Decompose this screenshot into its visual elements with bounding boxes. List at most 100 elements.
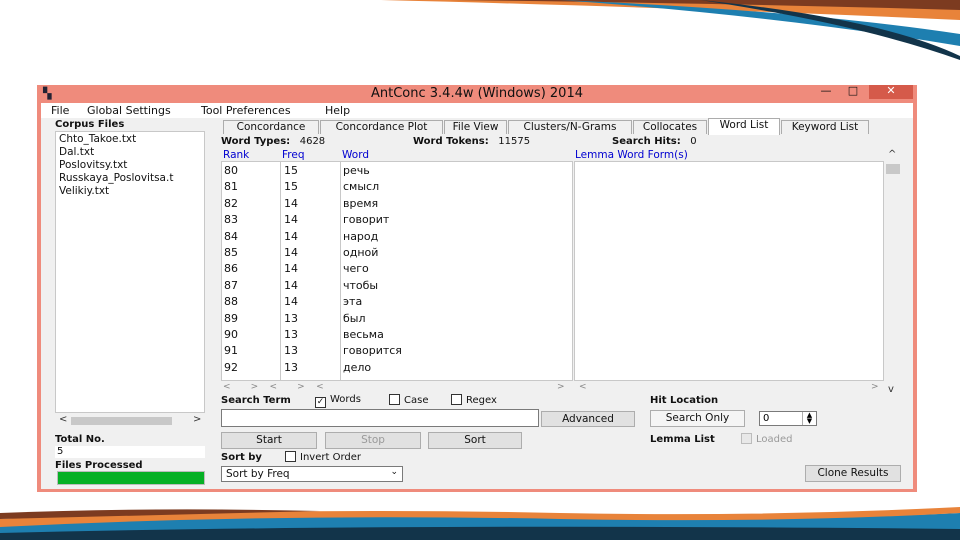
corpus-file-list[interactable]: Chto_Takoe.txt Dal.txt Poslovitsy.txt Ru…: [55, 131, 205, 413]
table-row[interactable]: 92 13 дело: [222, 360, 572, 376]
scroll-right-icon[interactable]: >: [193, 414, 201, 425]
column-header-freq[interactable]: Freq: [282, 149, 305, 161]
menu-global-settings[interactable]: Global Settings: [87, 104, 171, 117]
scroll-thumb[interactable]: [886, 164, 900, 174]
table-row[interactable]: 86 14 чего: [222, 261, 572, 277]
close-button[interactable]: ✕: [869, 85, 913, 99]
column-header-rank[interactable]: Rank: [223, 149, 249, 161]
sort-by-select-value: Sort by Freq: [226, 468, 290, 480]
search-term-input[interactable]: [221, 409, 539, 427]
column-header-word[interactable]: Word: [342, 149, 369, 161]
tab-clusters-ngrams[interactable]: Clusters/N-Grams: [508, 120, 632, 134]
case-checkbox-label: Case: [404, 395, 429, 406]
maximize-button[interactable]: □: [842, 85, 864, 99]
tab-concordance[interactable]: Concordance: [223, 120, 319, 134]
case-checkbox[interactable]: Case: [389, 394, 428, 406]
tab-word-list[interactable]: Word List: [708, 118, 780, 135]
word-cell: время: [343, 196, 379, 210]
word-list-horizontal-scrollbar[interactable]: < > < > <: [223, 382, 573, 394]
search-term-label: Search Term: [221, 395, 291, 406]
freq-cell: 13: [284, 328, 298, 341]
regex-checkbox[interactable]: Regex: [451, 394, 497, 406]
table-row[interactable]: 80 15 речь: [222, 163, 572, 179]
tab-file-view[interactable]: File View: [444, 120, 507, 134]
hit-location-spinner[interactable]: 0 ▲ ▼: [759, 411, 817, 426]
word-tokens-stat: Word Tokens: 11575: [413, 136, 530, 147]
advanced-button[interactable]: Advanced: [541, 411, 635, 427]
word-cell: был: [343, 311, 366, 325]
window-title: AntConc 3.4.4w (Windows) 2014: [370, 86, 583, 101]
progress-fill: [58, 472, 204, 484]
freq-cell: 14: [284, 213, 298, 227]
scroll-thumb[interactable]: [71, 417, 172, 425]
invert-order-checkbox-box[interactable]: [285, 451, 296, 462]
scroll-right-icon[interactable]: >: [557, 382, 571, 394]
scroll-left-icon[interactable]: <: [579, 382, 587, 394]
scroll-left-icon[interactable]: <: [59, 414, 67, 425]
table-row[interactable]: 85 14 одной: [222, 245, 572, 261]
rank-cell: 85: [224, 246, 238, 259]
search-only-button[interactable]: Search Only: [650, 410, 745, 427]
word-cell: одной: [343, 246, 379, 259]
menu-tool-preferences[interactable]: Tool Preferences: [201, 104, 291, 117]
table-row[interactable]: 90 13 весьма: [222, 327, 572, 343]
file-item[interactable]: Velikiy.txt: [59, 185, 109, 197]
case-checkbox-box[interactable]: [389, 394, 400, 405]
search-hits-value: 0: [690, 136, 697, 147]
slide-top-decoration: [380, 0, 960, 60]
tab-keyword-list[interactable]: Keyword List: [781, 120, 869, 134]
file-item[interactable]: Poslovitsy.txt: [59, 159, 127, 171]
menu-bar: File Global Settings Tool Preferences He…: [41, 103, 913, 118]
words-checkbox[interactable]: ✓ Words: [315, 394, 361, 408]
word-list-vertical-scrollbar[interactable]: ^ v: [884, 149, 902, 395]
loaded-checkbox-box[interactable]: [741, 433, 752, 444]
file-item[interactable]: Dal.txt: [59, 146, 94, 158]
antconc-window: ▚ AntConc 3.4.4w (Windows) 2014 — □ ✕ Fi…: [37, 85, 917, 492]
rank-cell: 81: [224, 180, 238, 194]
table-row[interactable]: 91 13 говорится: [222, 343, 572, 359]
invert-order-checkbox[interactable]: Invert Order: [285, 451, 361, 463]
table-row[interactable]: 88 14 эта: [222, 294, 572, 310]
corpus-horizontal-scrollbar[interactable]: < >: [55, 414, 205, 428]
table-row[interactable]: 81 15 смысл: [222, 179, 572, 195]
sort-button[interactable]: Sort: [428, 432, 522, 449]
stop-button[interactable]: Stop: [325, 432, 421, 449]
word-cell: смысл: [343, 180, 380, 194]
clone-results-button[interactable]: Clone Results: [805, 465, 901, 482]
freq-cell: 14: [284, 295, 298, 309]
rank-cell: 87: [224, 278, 238, 292]
file-item[interactable]: Russkaya_Poslovitsa.t: [59, 172, 173, 184]
table-row[interactable]: 89 13 был: [222, 311, 572, 327]
menu-help[interactable]: Help: [325, 104, 350, 117]
freq-cell: 13: [284, 344, 298, 358]
file-item[interactable]: Chto_Takoe.txt: [59, 133, 136, 145]
sort-by-select[interactable]: Sort by Freq ⌄: [221, 466, 403, 482]
table-row[interactable]: 83 14 говорит: [222, 212, 572, 228]
chevron-down-icon[interactable]: ⌄: [390, 467, 398, 477]
loaded-checkbox[interactable]: Loaded: [741, 433, 793, 445]
word-tokens-value: 11575: [498, 136, 531, 147]
hit-location-value: 0: [763, 413, 770, 424]
corpus-files-label: Corpus Files: [55, 119, 125, 130]
scroll-right-icon[interactable]: >: [871, 382, 879, 394]
table-row[interactable]: 82 14 время: [222, 196, 572, 212]
table-row[interactable]: 87 14 чтобы: [222, 278, 572, 294]
spinner-arrows-icon[interactable]: ▲ ▼: [802, 412, 816, 425]
menu-file[interactable]: File: [51, 104, 69, 117]
lemma-list-label: Lemma List: [650, 434, 715, 445]
tab-concordance-plot[interactable]: Concordance Plot: [320, 120, 443, 134]
rank-cell: 91: [224, 344, 238, 358]
column-header-lemma[interactable]: Lemma Word Form(s): [575, 149, 688, 161]
checkmark-icon[interactable]: ✓: [315, 397, 326, 408]
regex-checkbox-box[interactable]: [451, 394, 462, 405]
word-list-table[interactable]: 80 15 речь 81 15 смысл 82 14 время 83 14 говорит 84 1…: [221, 161, 573, 381]
minimize-button[interactable]: —: [815, 85, 837, 99]
scroll-up-icon[interactable]: ^: [888, 149, 896, 160]
scroll-down-icon[interactable]: v: [888, 384, 894, 395]
rank-cell: 82: [224, 196, 238, 210]
title-bar[interactable]: ▚ AntConc 3.4.4w (Windows) 2014 — □ ✕: [37, 85, 917, 103]
table-row[interactable]: 84 14 народ: [222, 229, 572, 245]
start-button[interactable]: Start: [221, 432, 317, 449]
lemma-forms-box[interactable]: [574, 161, 884, 381]
tab-collocates[interactable]: Collocates: [633, 120, 707, 134]
